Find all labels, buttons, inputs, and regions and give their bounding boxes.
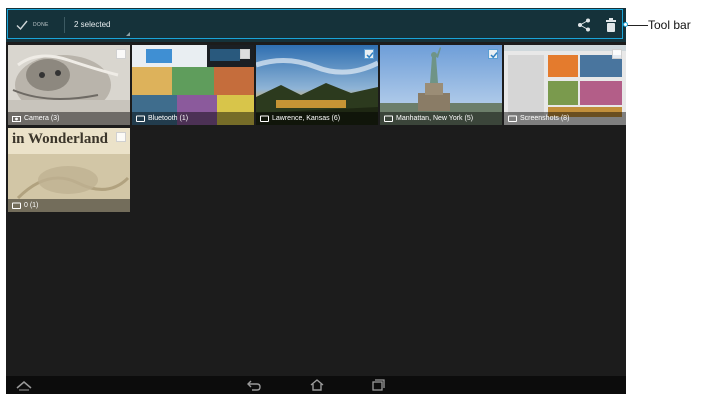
selection-count-dropdown[interactable]: 2 selected (70, 16, 132, 36)
recent-apps-icon[interactable] (370, 379, 386, 391)
done-label: DONE (33, 22, 49, 28)
checkmark-icon (490, 52, 498, 59)
tablet-screen: DONE 2 selected Camera (3) Bluetooth (1)… (6, 8, 626, 394)
callout-label-toolbar: Tool bar (648, 18, 691, 32)
trash-icon[interactable] (604, 17, 618, 33)
select-checkbox[interactable] (116, 132, 126, 142)
album-tile-camera[interactable]: Camera (3) (8, 45, 130, 125)
album-tile-0[interactable]: in Wonderland 0 (1) (8, 128, 130, 212)
select-checkbox[interactable] (240, 49, 250, 59)
album-name: Screenshots (8) (520, 115, 570, 122)
folder-icon (12, 202, 21, 209)
camera-icon (12, 116, 21, 122)
album-name: Lawrence, Kansas (6) (272, 115, 341, 122)
album-name: Manhattan, New York (5) (396, 115, 474, 122)
select-checkbox[interactable] (116, 49, 126, 59)
callout-line (626, 25, 648, 26)
folder-icon (508, 115, 517, 122)
system-nav-bar (6, 376, 626, 394)
folder-icon (260, 115, 269, 122)
album-tile-screenshots[interactable]: Screenshots (8) (504, 45, 626, 125)
folder-icon (136, 115, 145, 122)
album-name: Bluetooth (1) (148, 115, 189, 122)
action-bar: DONE 2 selected (6, 8, 626, 42)
home-icon[interactable] (309, 379, 325, 391)
select-checkbox-checked[interactable] (364, 49, 374, 59)
album-tile-manhattan-new-york[interactable]: Manhattan, New York (5) (380, 45, 502, 125)
album-name: Camera (3) (24, 115, 60, 122)
album-tile-bluetooth[interactable]: Bluetooth (1) (132, 45, 254, 125)
album-name: 0 (1) (24, 202, 39, 209)
album-label-bar: 0 (1) (8, 199, 130, 212)
folder-icon (384, 115, 393, 122)
album-label-bar: Lawrence, Kansas (6) (256, 112, 378, 125)
thumbnail-text: in Wonderland (12, 131, 109, 147)
select-checkbox-checked[interactable] (488, 49, 498, 59)
dropdown-corner-icon (126, 32, 130, 36)
album-label-bar: Manhattan, New York (5) (380, 112, 502, 125)
check-icon (16, 20, 28, 31)
album-label-bar: Bluetooth (1) (132, 112, 254, 125)
callout-dot (623, 22, 628, 27)
chevron-up-icon[interactable] (16, 379, 32, 391)
back-icon[interactable] (246, 379, 262, 391)
checkmark-icon (366, 52, 374, 59)
divider (64, 17, 65, 33)
share-icon[interactable] (576, 17, 592, 33)
album-label-bar: Camera (3) (8, 112, 130, 125)
album-tile-lawrence-kansas[interactable]: Lawrence, Kansas (6) (256, 45, 378, 125)
select-checkbox[interactable] (612, 49, 622, 59)
done-button[interactable]: DONE (16, 17, 49, 33)
selection-count-label: 2 selected (74, 20, 111, 29)
album-label-bar: Screenshots (8) (504, 112, 626, 125)
